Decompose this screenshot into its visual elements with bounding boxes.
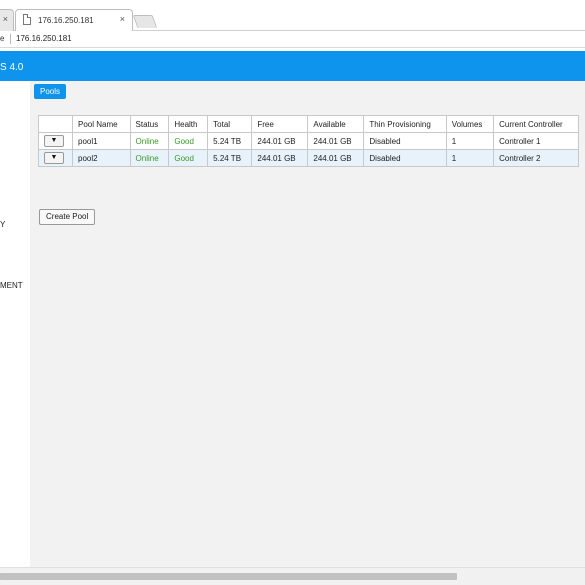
column-header-thin-provisioning: Thin Provisioning [363, 115, 447, 133]
status-cell: Online [129, 149, 170, 167]
pools-table: Pool Name Status Health Total Free Avail… [38, 115, 579, 167]
main-panel: Pools Pool Name Status Health Total Free… [30, 81, 585, 567]
thin-provisioning-cell: Disabled [363, 132, 447, 150]
pool-name-cell: pool2 [72, 149, 131, 167]
address-bar[interactable]: e 176.16.250.181 [0, 31, 585, 48]
address-prefix: e [0, 34, 5, 43]
tab-close-icon[interactable]: × [3, 15, 8, 24]
browser-tab-active[interactable]: 176.16.250.181 × [15, 9, 133, 31]
column-header-health: Health [168, 115, 209, 133]
table-row[interactable]: ▼ pool2 Online Good 5.24 TB 244.01 GB 24… [38, 149, 579, 167]
column-header-volumes: Volumes [445, 115, 495, 133]
table-header-row: Pool Name Status Health Total Free Avail… [38, 115, 579, 133]
volumes-cell: 1 [445, 149, 495, 167]
horizontal-scrollbar[interactable] [0, 567, 585, 585]
tab-pools[interactable]: Pools [34, 84, 67, 99]
available-cell: 244.01 GB [307, 132, 365, 150]
new-tab-button[interactable] [132, 15, 158, 28]
address-separator [10, 34, 11, 44]
controller-cell: Controller 1 [493, 132, 579, 150]
total-cell: 5.24 TB [207, 132, 253, 150]
column-header-actions [38, 115, 73, 133]
table-row[interactable]: ▼ pool1 Online Good 5.24 TB 244.01 GB 24… [38, 132, 579, 150]
scrollbar-thumb[interactable] [0, 573, 457, 580]
browser-tab-previous[interactable]: × [0, 9, 14, 31]
page-icon [23, 14, 31, 25]
pool-name-cell: pool1 [72, 132, 131, 150]
create-pool-button[interactable]: Create Pool [39, 209, 96, 225]
sidebar: Y MENT [0, 81, 30, 567]
thin-provisioning-cell: Disabled [363, 149, 447, 167]
column-header-status: Status [129, 115, 170, 133]
column-header-free: Free [251, 115, 309, 133]
volumes-cell: 1 [445, 132, 495, 150]
health-cell: Good [168, 149, 209, 167]
status-cell: Online [129, 132, 170, 150]
row-menu-button[interactable]: ▼ [44, 135, 64, 147]
health-cell: Good [168, 132, 209, 150]
column-header-available: Available [307, 115, 365, 133]
column-header-total: Total [207, 115, 253, 133]
controller-cell: Controller 2 [493, 149, 579, 167]
column-header-current-controller: Current Controller [493, 115, 579, 133]
tab-close-icon[interactable]: × [120, 15, 125, 24]
sidebar-item-security[interactable]: Y [0, 220, 5, 229]
free-cell: 244.01 GB [251, 149, 309, 167]
address-url[interactable]: 176.16.250.181 [16, 34, 72, 43]
available-cell: 244.01 GB [307, 149, 365, 167]
free-cell: 244.01 GB [251, 132, 309, 150]
browser-tab-strip: × 176.16.250.181 × [0, 0, 585, 31]
column-header-pool-name: Pool Name [72, 115, 131, 133]
app-title: S 4.0 [0, 62, 24, 73]
sidebar-item-management[interactable]: MENT [0, 281, 23, 290]
row-actions-cell: ▼ [38, 132, 73, 150]
row-menu-button[interactable]: ▼ [44, 152, 64, 164]
app-header: S 4.0 [0, 51, 585, 81]
total-cell: 5.24 TB [207, 149, 253, 167]
row-actions-cell: ▼ [38, 149, 73, 167]
tab-title: 176.16.250.181 [38, 16, 94, 25]
